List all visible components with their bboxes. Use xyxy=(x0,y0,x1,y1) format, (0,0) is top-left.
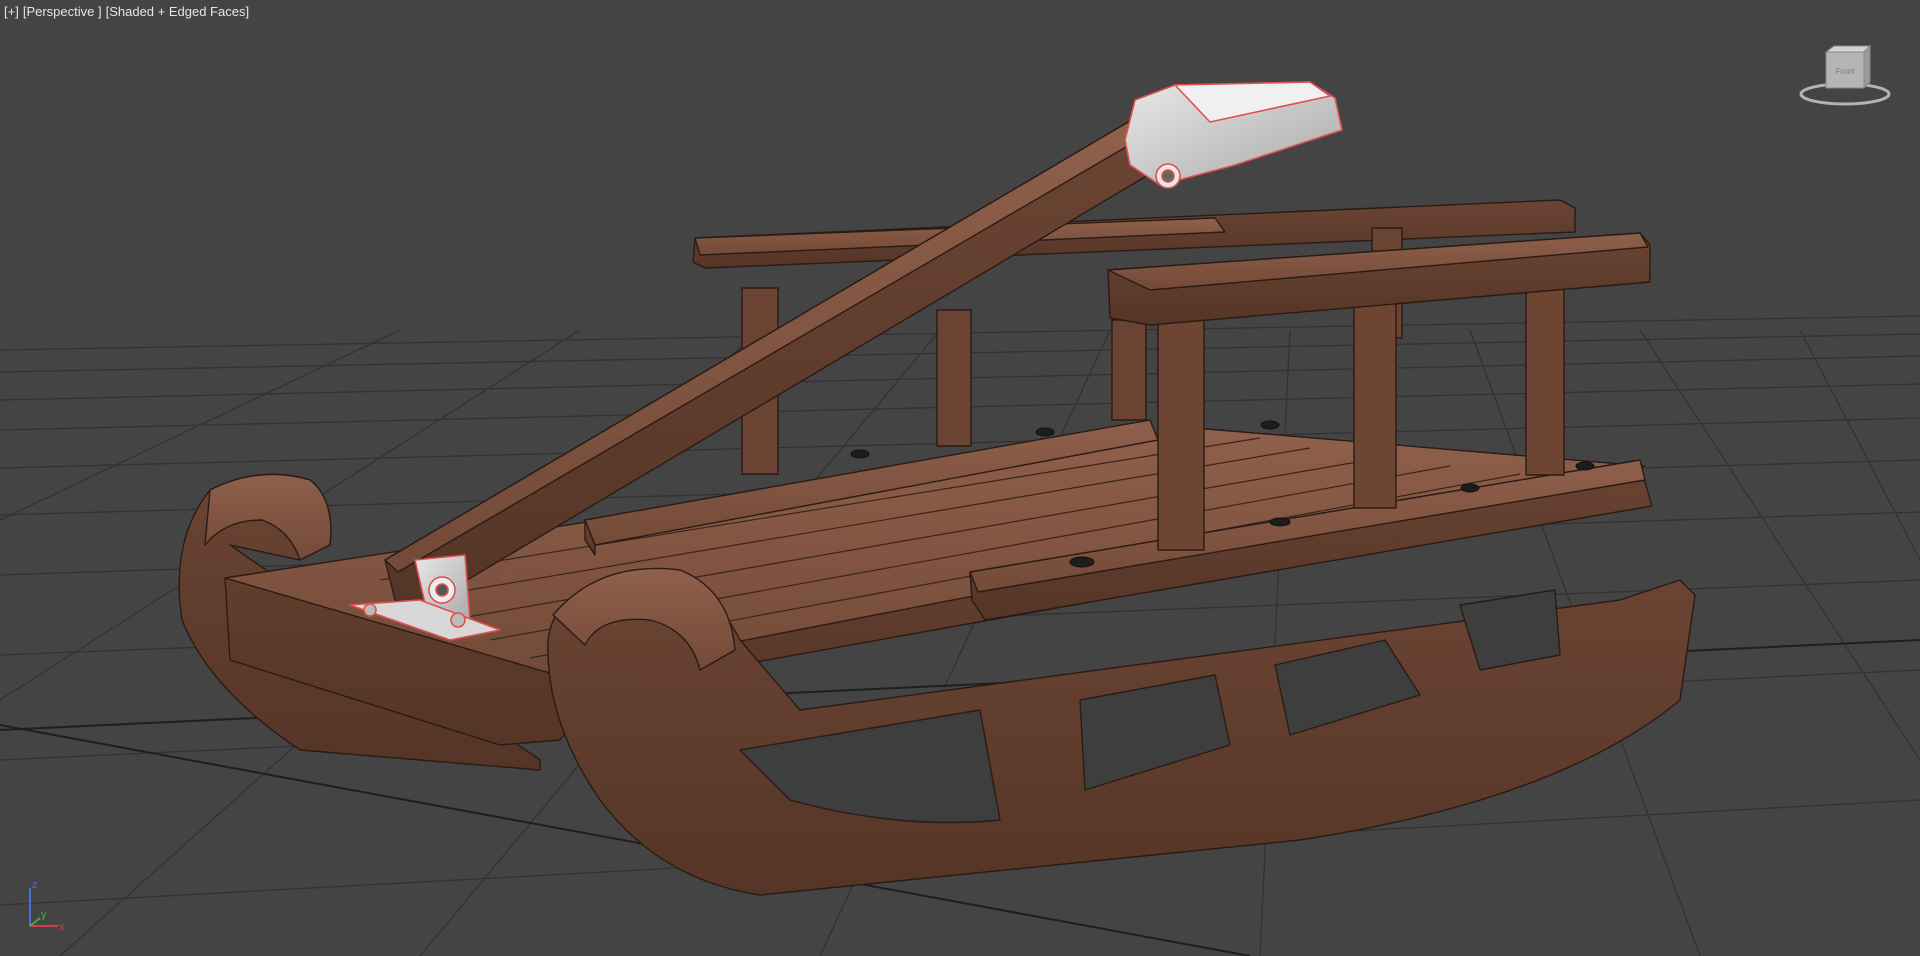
viewport-label-menu[interactable]: [+] [Perspective ] [Shaded + Edged Faces… xyxy=(4,4,249,19)
viewport-general-menu[interactable]: [+] xyxy=(4,4,19,19)
handle-grip xyxy=(1124,81,1343,189)
perspective-viewport[interactable]: [+] [Perspective ] [Shaded + Edged Faces… xyxy=(0,0,1920,956)
viewcube-icon[interactable]: Front xyxy=(1790,44,1900,110)
axis-tripod: z x y xyxy=(29,879,65,933)
axis-y-label: y xyxy=(41,909,47,921)
viewcube-face-label: Front xyxy=(1836,67,1855,76)
viewport-point-of-view-menu[interactable]: [Perspective ] xyxy=(23,4,102,19)
right-runner xyxy=(547,567,1696,896)
sled-model xyxy=(178,81,1696,896)
viewport-shading-menu[interactable]: [Shaded + Edged Faces] xyxy=(106,4,249,19)
axis-z-label: z xyxy=(32,879,38,891)
axis-x-label: x xyxy=(59,921,65,933)
scene-canvas[interactable] xyxy=(0,0,1920,956)
